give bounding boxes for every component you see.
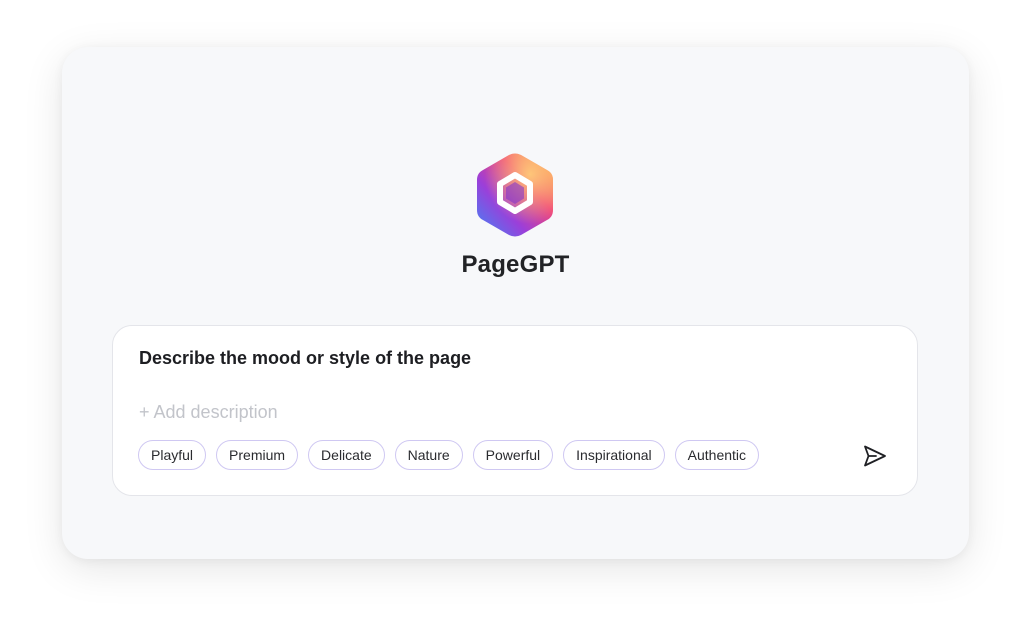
style-tag-playful[interactable]: Playful (138, 440, 207, 470)
style-tag-powerful[interactable]: Powerful (472, 440, 554, 470)
prompt-panel: Describe the mood or style of the page P… (112, 325, 918, 496)
style-tag-premium[interactable]: Premium (216, 440, 299, 470)
brand-name: PageGPT (461, 251, 570, 278)
style-tag-authentic[interactable]: Authentic (674, 440, 760, 470)
style-tag-inspirational[interactable]: Inspirational (563, 440, 665, 470)
prompt-title: Describe the mood or style of the page (139, 348, 472, 368)
style-tag-list: Playful Premium Delicate Nature Powerful… (138, 440, 760, 470)
style-tag-delicate[interactable]: Delicate (308, 440, 385, 470)
style-tag-nature[interactable]: Nature (394, 440, 463, 470)
send-button[interactable] (861, 442, 889, 470)
page-stage: PageGPT Describe the mood or style of th… (0, 0, 1018, 622)
main-card: PageGPT Describe the mood or style of th… (62, 47, 969, 559)
send-icon (864, 445, 886, 467)
description-input[interactable] (137, 399, 641, 425)
hexagon-logo-icon (477, 153, 553, 237)
